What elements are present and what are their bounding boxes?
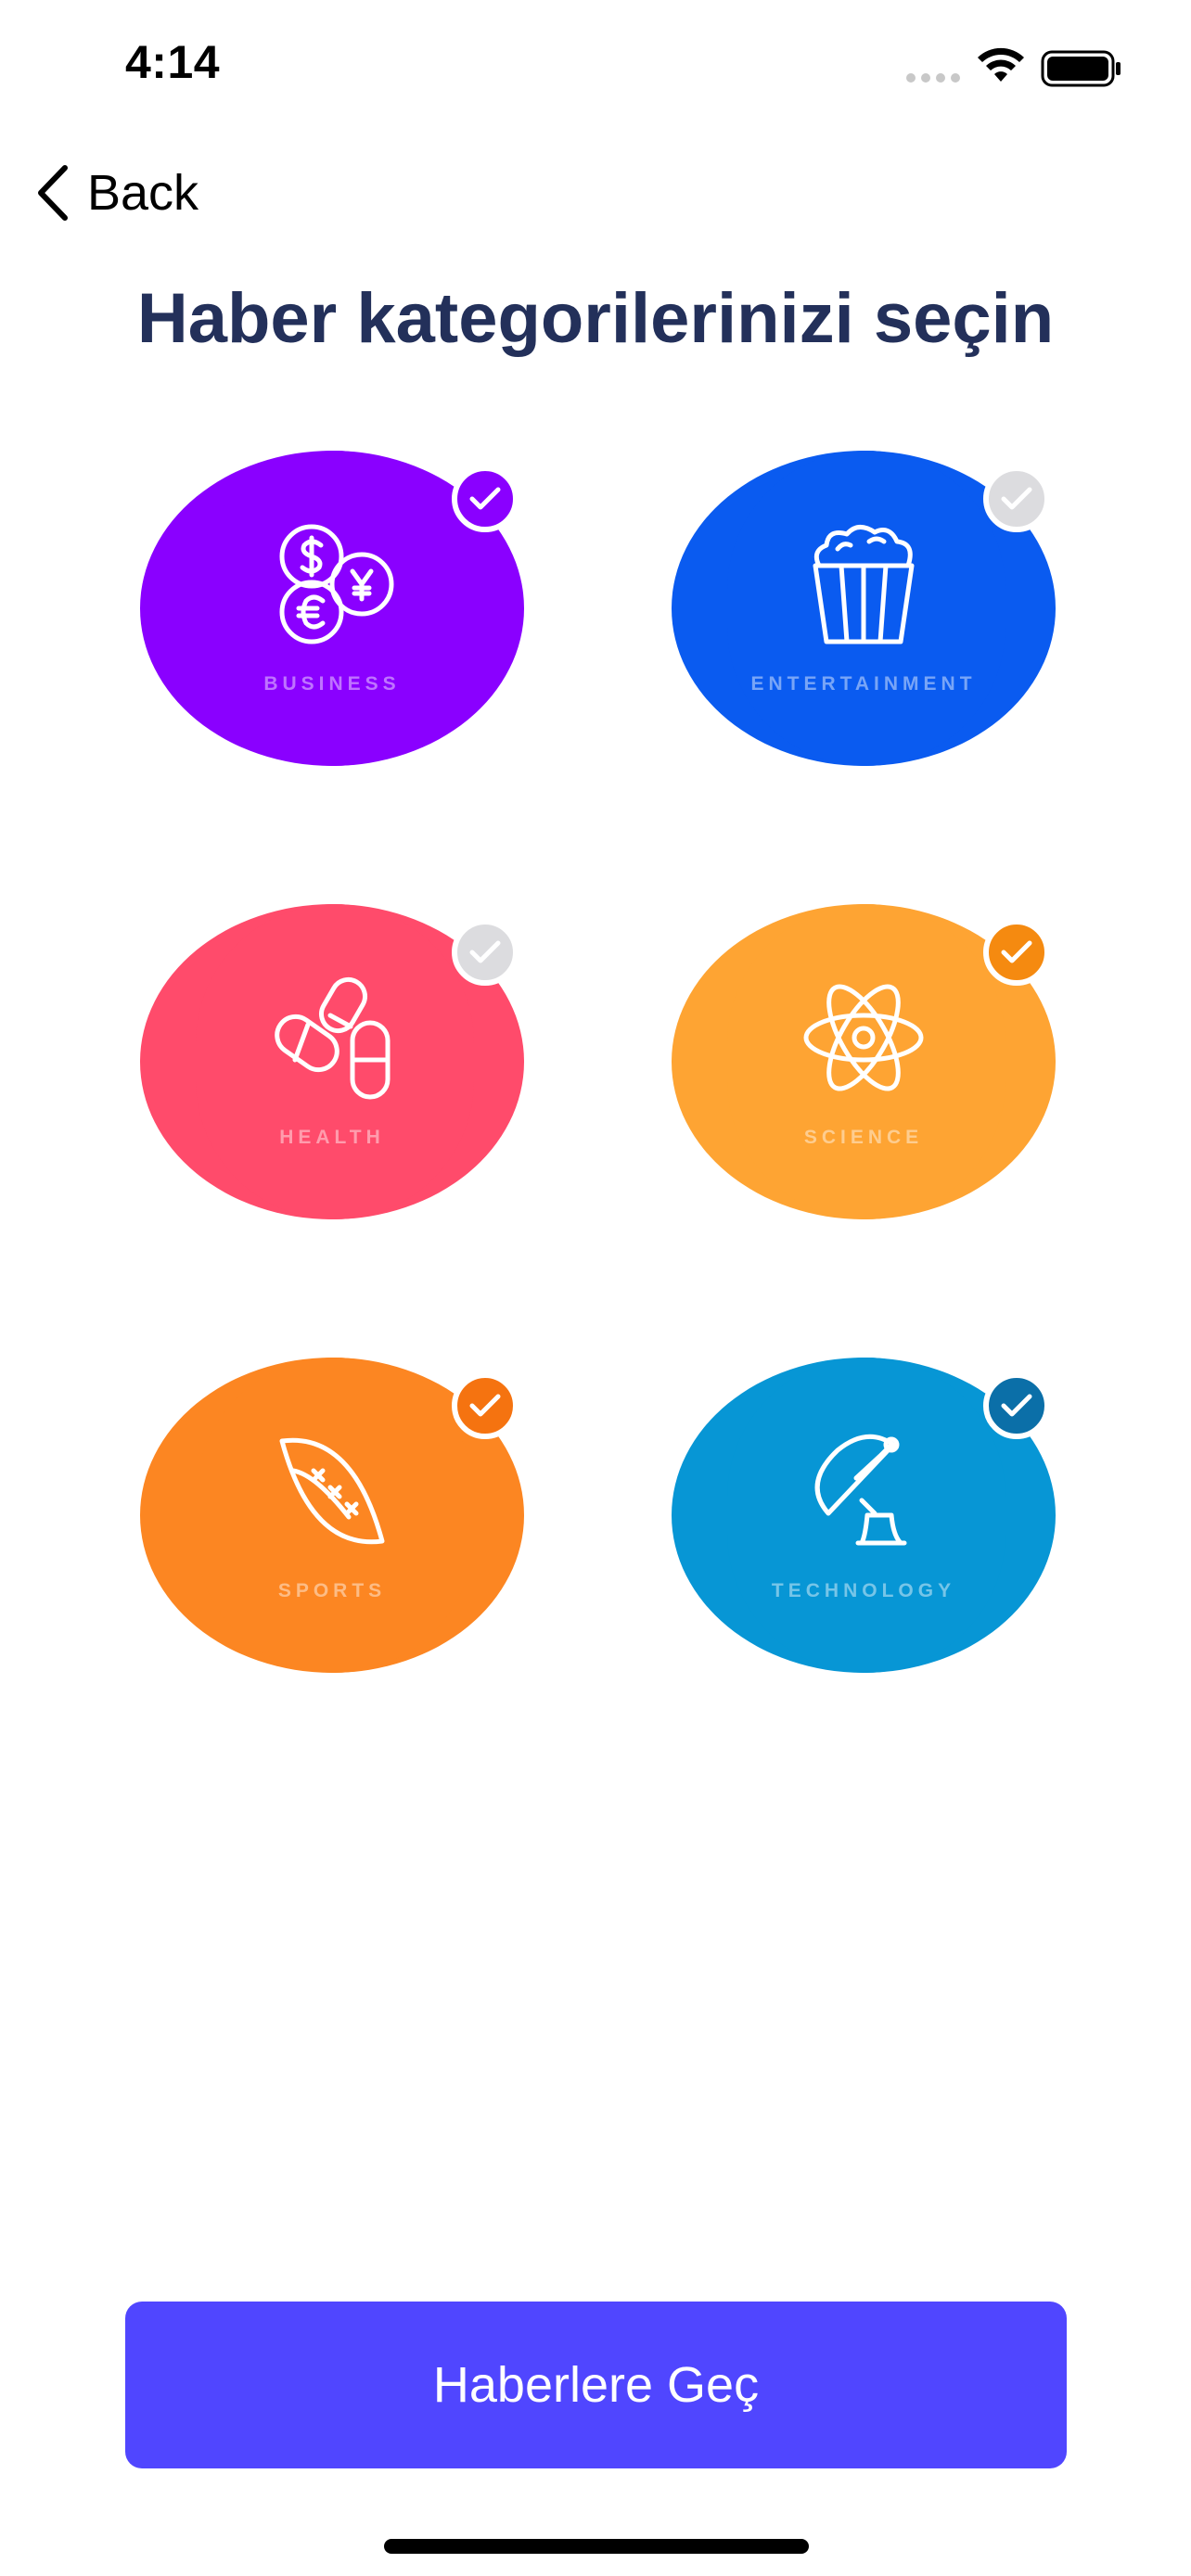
checkmark-icon (469, 1394, 501, 1417)
chevron-left-icon (38, 165, 68, 221)
category-checkbox[interactable] (983, 919, 1050, 986)
back-button[interactable]: Back (33, 158, 198, 228)
home-indicator (384, 2539, 809, 2554)
checkmark-icon (469, 487, 501, 510)
checkmark-icon (1001, 940, 1032, 963)
category-tile-technology[interactable]: TECHNOLOGY (672, 1358, 1056, 1673)
category-label: SCIENCE (803, 1127, 924, 1148)
back-label: Back (87, 165, 199, 221)
category-checkbox[interactable] (452, 1372, 519, 1439)
category-checkbox[interactable] (983, 465, 1050, 532)
popcorn-icon (813, 525, 915, 644)
category-label: ENTERTAINMENT (750, 673, 977, 695)
category-label: HEALTH (279, 1127, 385, 1148)
category-tile-entertainment[interactable]: ENTERTAINMENT (672, 451, 1056, 766)
battery-icon (1041, 50, 1121, 87)
category-label: SPORTS (277, 1580, 387, 1601)
checkmark-icon (1001, 1394, 1032, 1417)
checkmark-icon (1001, 487, 1032, 510)
cellular-signal-icon (906, 73, 960, 83)
wifi-icon (978, 47, 1024, 82)
category-tile-health[interactable]: HEALTH (140, 904, 524, 1219)
category-tile-sports[interactable]: SPORTS (140, 1358, 524, 1673)
satellite-dish-icon (814, 1434, 907, 1546)
continue-button[interactable]: Haberlere Geç (125, 2302, 1067, 2468)
category-checkbox[interactable] (983, 1372, 1050, 1439)
atom-icon (803, 984, 924, 1091)
page-title: Haber kategorilerinizi seçin (136, 279, 1055, 358)
category-checkbox[interactable] (452, 465, 519, 532)
football-icon (279, 1437, 385, 1545)
status-bar: 4:14 (0, 0, 1191, 139)
category-tile-business[interactable]: BUSINESS (140, 451, 524, 766)
checkmark-icon (469, 940, 501, 963)
category-label: TECHNOLOGY (771, 1580, 956, 1601)
currency-coins-icon (279, 524, 394, 644)
category-checkbox[interactable] (452, 919, 519, 986)
pills-icon (275, 976, 391, 1100)
category-tile-science[interactable]: SCIENCE (672, 904, 1056, 1219)
category-label: BUSINESS (263, 673, 401, 695)
status-time: 4:14 (125, 36, 221, 88)
